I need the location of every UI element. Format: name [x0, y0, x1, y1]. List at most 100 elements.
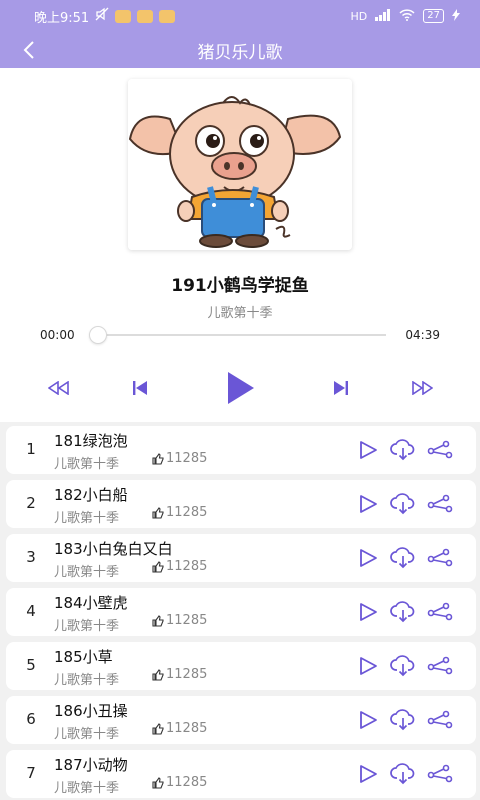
- download-button[interactable]: [389, 598, 417, 626]
- play-track-button[interactable]: [354, 652, 382, 680]
- page-title: 猪贝乐儿歌: [197, 42, 283, 63]
- cloud-download-icon: [390, 601, 415, 623]
- track-title: 187小动物: [54, 756, 128, 774]
- share-button[interactable]: [426, 652, 454, 680]
- cloud-download-icon: [390, 493, 415, 515]
- pig-illustration: [128, 79, 352, 250]
- play-track-button[interactable]: [354, 436, 382, 464]
- download-button[interactable]: [389, 490, 417, 518]
- play-track-button[interactable]: [354, 760, 382, 788]
- share-icon: [427, 710, 453, 729]
- track-title: 186小丑操: [54, 702, 128, 720]
- back-button[interactable]: [14, 35, 44, 65]
- list-item[interactable]: 6 186小丑操 儿歌第十季 11285: [6, 696, 476, 744]
- cloud-download-icon: [390, 709, 415, 731]
- mute-icon: [95, 7, 109, 25]
- play-outline-icon: [360, 711, 377, 729]
- track-album: 儿歌第十季: [54, 565, 120, 580]
- download-button[interactable]: [389, 652, 417, 680]
- list-item[interactable]: 3 183小白兔白又白 儿歌第十季 11285: [6, 534, 476, 582]
- progress-thumb[interactable]: [89, 326, 107, 344]
- list-item[interactable]: 1 181绿泡泡 儿歌第十季 11285: [6, 426, 476, 474]
- track-title: 184小壁虎: [54, 594, 128, 612]
- share-button[interactable]: [426, 544, 454, 572]
- track-index: 2: [26, 494, 36, 512]
- wifi-icon: [399, 8, 415, 24]
- album-cover: [128, 79, 352, 250]
- player-panel: 191小鹤鸟学捉鱼 儿歌第十季 00:00 04:39: [0, 68, 480, 422]
- track-index: 7: [26, 764, 36, 782]
- share-button[interactable]: [426, 706, 454, 734]
- track-title: 183小白兔白又白: [54, 540, 173, 558]
- list-item[interactable]: 4 184小壁虎 儿歌第十季 11285: [6, 588, 476, 636]
- thumb-up-icon: [152, 722, 164, 735]
- track-index: 1: [26, 440, 36, 458]
- share-icon: [427, 494, 453, 513]
- play-button[interactable]: [218, 366, 262, 410]
- album-name: 儿歌第十季: [207, 306, 273, 321]
- share-button[interactable]: [426, 436, 454, 464]
- track-index: 5: [26, 656, 36, 674]
- notification-icon: [115, 9, 132, 23]
- fast-forward-button[interactable]: [407, 373, 437, 403]
- play-track-button[interactable]: [354, 544, 382, 572]
- notification-icon: [137, 9, 154, 23]
- total-time: 04:39: [405, 328, 440, 342]
- progress-bar[interactable]: [94, 334, 386, 336]
- list-item[interactable]: 7 187小动物 儿歌第十季 11285: [6, 750, 476, 798]
- list-item[interactable]: 5 185小草 儿歌第十季 11285: [6, 642, 476, 690]
- likes-count: 11285: [152, 721, 207, 736]
- current-time: 00:00: [40, 328, 75, 342]
- download-button[interactable]: [389, 706, 417, 734]
- rewind-button[interactable]: [44, 373, 74, 403]
- thumb-up-icon: [152, 452, 164, 465]
- thumb-up-icon: [152, 506, 164, 519]
- likes-value: 11285: [166, 667, 208, 682]
- status-right: HD 27: [351, 8, 460, 24]
- thumb-up-icon: [152, 668, 164, 681]
- likes-count: 11285: [152, 559, 207, 574]
- share-button[interactable]: [426, 490, 454, 518]
- likes-value: 11285: [166, 559, 208, 574]
- likes-count: 11285: [152, 451, 207, 466]
- play-track-button[interactable]: [354, 490, 382, 518]
- share-button[interactable]: [426, 760, 454, 788]
- share-button[interactable]: [426, 598, 454, 626]
- nav-bar: 猪贝乐儿歌: [0, 32, 480, 68]
- header: 晚上9:51 HD 27 猪贝乐儿歌: [0, 0, 480, 68]
- thumb-up-icon: [152, 614, 164, 627]
- likes-count: 11285: [152, 667, 207, 682]
- fast-forward-icon: [412, 381, 433, 395]
- track-title: 181绿泡泡: [54, 432, 128, 450]
- play-outline-icon: [360, 657, 377, 675]
- previous-button[interactable]: [125, 373, 155, 403]
- track-album: 儿歌第十季: [54, 619, 120, 634]
- rewind-icon: [48, 381, 69, 395]
- play-outline-icon: [360, 441, 377, 459]
- play-track-button[interactable]: [354, 598, 382, 626]
- play-track-button[interactable]: [354, 706, 382, 734]
- likes-value: 11285: [166, 721, 208, 736]
- play-outline-icon: [360, 495, 377, 513]
- likes-value: 11285: [166, 505, 208, 520]
- list-item[interactable]: 2 182小白船 儿歌第十季 11285: [6, 480, 476, 528]
- playlist: 1 181绿泡泡 儿歌第十季 11285 2 182小白船 儿歌第十季 1128…: [0, 424, 480, 800]
- status-time: 晚上9:51: [34, 10, 90, 26]
- track-album: 儿歌第十季: [54, 781, 120, 796]
- notification-icon: [159, 9, 176, 23]
- cloud-download-icon: [390, 439, 415, 461]
- likes-value: 11285: [166, 775, 208, 790]
- cloud-download-icon: [390, 763, 415, 785]
- download-button[interactable]: [389, 760, 417, 788]
- play-outline-icon: [360, 603, 377, 621]
- track-title: 185小草: [54, 648, 113, 666]
- next-button[interactable]: [326, 373, 356, 403]
- chevron-left-icon: [23, 41, 34, 59]
- share-icon: [427, 656, 453, 675]
- track-album: 儿歌第十季: [54, 727, 120, 742]
- charging-icon: [452, 8, 460, 24]
- battery-icon: 27: [423, 9, 444, 23]
- download-button[interactable]: [389, 436, 417, 464]
- download-button[interactable]: [389, 544, 417, 572]
- thumb-up-icon: [152, 776, 164, 789]
